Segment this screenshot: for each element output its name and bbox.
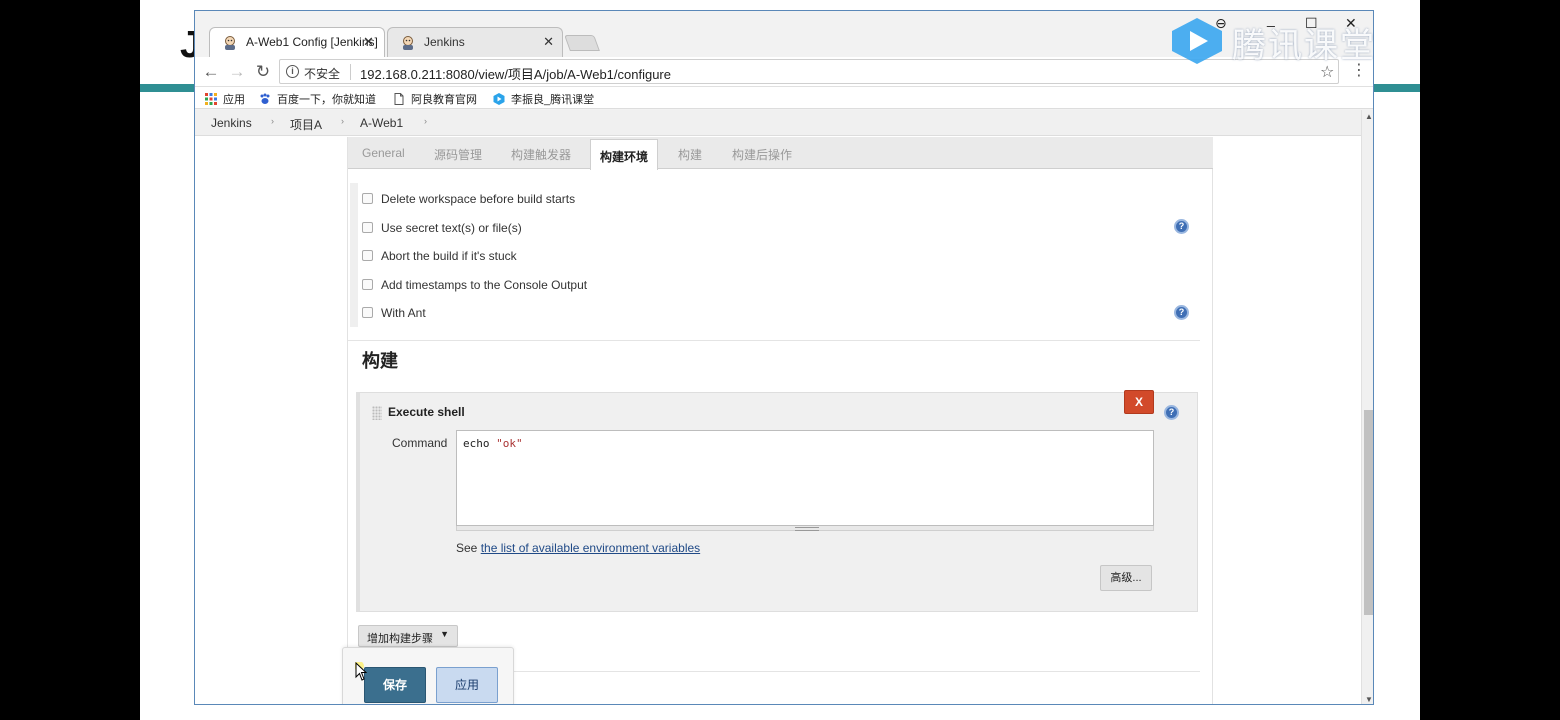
info-icon[interactable]: i <box>286 65 299 78</box>
reload-icon[interactable]: ↻ <box>253 62 273 82</box>
url-text[interactable]: 192.168.0.211:8080/view/项目A/job/A-Web1/c… <box>360 64 671 83</box>
tab-jenkins-config[interactable]: A-Web1 Config [Jenkins] <box>209 27 385 57</box>
option-label: Use secret text(s) or file(s) <box>381 221 522 235</box>
command-string: "ok" <box>496 437 523 450</box>
drag-handle-icon[interactable] <box>372 406 382 420</box>
bookmark-baidu[interactable]: 百度一下，你就知道 <box>259 91 376 107</box>
jenkins-favicon-icon <box>225 36 235 50</box>
option-with-ant[interactable]: With Ant <box>362 306 426 320</box>
add-step-label: 增加构建步骤 <box>367 633 433 645</box>
tab-build[interactable]: 构建 <box>678 146 702 163</box>
option-delete-workspace[interactable]: Delete workspace before build starts <box>362 192 575 206</box>
baidu-paw-icon <box>260 93 270 104</box>
chevron-right-icon[interactable]: › <box>341 116 344 126</box>
command-label: Command <box>392 436 448 450</box>
help-icon[interactable]: ? <box>1174 219 1189 234</box>
video-frame: J A-Web1 Config [Jenkins] ✕ Jenkins ✕ ⊖ … <box>0 0 1560 720</box>
breadcrumb-job[interactable]: A-Web1 <box>360 116 403 130</box>
breadcrumb-jenkins[interactable]: Jenkins <box>211 116 252 130</box>
env-vars-link[interactable]: the list of available environment variab… <box>481 541 700 555</box>
page-icon <box>394 93 404 105</box>
checkbox[interactable] <box>362 279 373 290</box>
env-vars-hint: See the list of available environment va… <box>456 541 700 555</box>
back-arrow-icon[interactable]: ← <box>201 62 221 82</box>
scroll-thumb[interactable] <box>1364 410 1373 615</box>
chevron-right-icon[interactable]: › <box>271 116 274 126</box>
section-divider <box>348 340 1200 341</box>
command-text: echo "ok" <box>463 437 523 450</box>
checkbox[interactable] <box>362 250 373 261</box>
config-tab-bar: General 源码管理 构建触发器 构建环境 构建 构建后操作 <box>348 137 1213 170</box>
command-keyword: echo <box>463 437 490 450</box>
breadcrumb: Jenkins › 项目A › A-Web1 › <box>195 110 1361 136</box>
bookmark-aliang[interactable]: 阿良教育官网 <box>393 91 477 107</box>
security-label[interactable]: 不安全 <box>304 65 340 82</box>
option-abort-stuck[interactable]: Abort the build if it's stuck <box>362 249 517 263</box>
forward-arrow-icon[interactable]: → <box>227 62 247 82</box>
checkbox[interactable] <box>362 222 373 233</box>
chevron-right-icon[interactable]: › <box>424 116 427 126</box>
textarea-resize-handle[interactable] <box>456 526 1154 531</box>
checkbox[interactable] <box>362 307 373 318</box>
help-icon[interactable]: ? <box>1174 305 1189 320</box>
tab-title: A-Web1 Config [Jenkins] <box>246 35 378 49</box>
bookmark-apps[interactable]: 应用 <box>205 91 245 107</box>
bookmark-label: 李振良_腾讯课堂 <box>511 94 595 106</box>
option-label: Add timestamps to the Console Output <box>381 278 588 292</box>
delete-step-button[interactable]: X <box>1124 390 1154 414</box>
bookmark-label: 百度一下，你就知道 <box>277 94 376 106</box>
breadcrumb-project-a[interactable]: 项目A <box>290 116 322 133</box>
option-timestamps[interactable]: Add timestamps to the Console Output <box>362 278 587 292</box>
form-action-bar: 保存 应用 <box>342 647 514 704</box>
build-step-title: Execute shell <box>388 405 465 419</box>
tab-post-build[interactable]: 构建后操作 <box>732 146 792 163</box>
option-label: With Ant <box>381 306 426 320</box>
page-scrollbar[interactable]: ▲ ▼ <box>1361 110 1373 704</box>
save-button[interactable]: 保存 <box>364 667 426 703</box>
bookmark-label: 应用 <box>223 94 245 106</box>
job-config-form: General 源码管理 构建触发器 构建环境 构建 构建后操作 Delete … <box>342 137 1213 704</box>
scroll-up-icon[interactable]: ▲ <box>1362 112 1373 121</box>
help-icon[interactable]: ? <box>1164 405 1179 420</box>
advanced-button[interactable]: 高级... <box>1100 565 1152 591</box>
option-secret-text[interactable]: Use secret text(s) or file(s) <box>362 221 522 235</box>
add-build-step-button[interactable]: 增加构建步骤 ▼ <box>358 625 458 647</box>
command-textarea[interactable]: echo "ok" <box>456 430 1154 526</box>
tab-build-triggers[interactable]: 构建触发器 <box>511 146 571 163</box>
option-label: Abort the build if it's stuck <box>381 249 517 263</box>
url-divider <box>350 64 351 80</box>
bookmarks-bar: 应用 百度一下，你就知道 阿良教育官网 李振良_腾讯课堂 <box>195 87 1373 109</box>
hint-prefix: See <box>456 541 478 555</box>
tab-source-code[interactable]: 源码管理 <box>434 146 482 163</box>
section-heading-build: 构建 <box>362 351 398 372</box>
browser-window: A-Web1 Config [Jenkins] ✕ Jenkins ✕ ⊖ _ … <box>194 10 1374 705</box>
option-label: Delete workspace before build starts <box>381 192 576 206</box>
build-environment-marker <box>350 183 358 327</box>
apps-grid-icon <box>205 93 217 105</box>
caret-down-icon: ▼ <box>440 629 449 639</box>
bookmark-label: 阿良教育官网 <box>411 94 477 106</box>
apply-button[interactable]: 应用 <box>436 667 498 703</box>
bookmark-tencent[interactable]: 李振良_腾讯课堂 <box>493 91 594 107</box>
build-step-execute-shell: Execute shell X ? Command echo "ok" See … <box>356 390 1198 612</box>
tencent-classroom-icon <box>493 93 505 105</box>
tab-close-icon[interactable]: ✕ <box>363 34 1367 50</box>
scroll-down-icon[interactable]: ▼ <box>1362 695 1373 704</box>
jenkins-page: Jenkins › 项目A › A-Web1 › General 源码管理 构建… <box>195 110 1361 704</box>
tab-general[interactable]: General <box>362 146 405 160</box>
tab-build-environment[interactable]: 构建环境 <box>590 139 658 170</box>
checkbox[interactable] <box>362 193 373 204</box>
mouse-cursor-icon <box>355 662 368 681</box>
